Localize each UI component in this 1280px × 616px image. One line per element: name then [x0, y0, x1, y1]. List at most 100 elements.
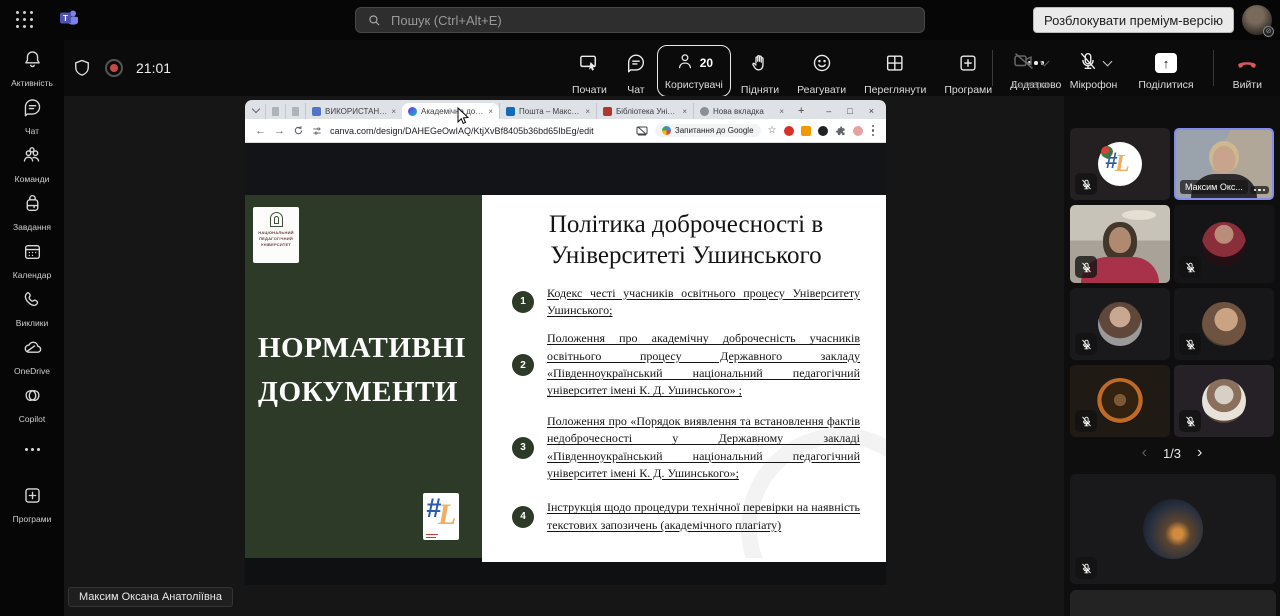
participant-tile-partial[interactable]	[1070, 590, 1276, 616]
participant-count-badge: 20	[700, 56, 713, 70]
university-logo: НАЦІОНАЛЬНИЙ ПЕДАГОГІЧНИЙ УНІВЕРСИТЕТ	[253, 207, 299, 263]
chat-button[interactable]: Чат	[617, 45, 655, 102]
mic-muted-badge	[1075, 333, 1097, 355]
grid-view-icon	[884, 51, 906, 80]
speaker-name-label: Максим Окс...	[1180, 180, 1248, 194]
shield-icon[interactable]	[72, 57, 92, 79]
microphone-button[interactable]: Мікрофон	[1062, 45, 1126, 97]
participant-avatar	[1202, 379, 1246, 423]
share-button[interactable]: ↑ Поділитися	[1130, 45, 1201, 97]
sidebar-item-copilot[interactable]: Copilot	[0, 376, 64, 424]
microphone-chevron-icon[interactable]	[1102, 57, 1112, 67]
browser-tab-active: Академічна добро ×	[402, 103, 499, 119]
arch-emblem-icon	[270, 212, 283, 227]
browser-tab-strip: ВИКОРИСТАННЯ У × Академічна добро × Пошт…	[245, 100, 886, 119]
teams-logo-icon[interactable]: T	[58, 7, 80, 34]
sidebar-item-teams[interactable]: Команди	[0, 136, 64, 184]
mic-off-icon	[1077, 49, 1099, 78]
unlock-premium-button[interactable]: Розблокувати преміум-версію	[1033, 7, 1234, 33]
tab-search-chevron-icon	[252, 105, 260, 113]
university-logo-text: НАЦІОНАЛЬНИЙ ПЕДАГОГІЧНИЙ УНІВЕРСИТЕТ	[253, 230, 299, 248]
mic-muted-badge	[1075, 557, 1097, 579]
leave-button[interactable]: Вийти	[1225, 45, 1270, 97]
participant-tile[interactable]	[1070, 205, 1170, 283]
participant-tile[interactable]: # L	[1070, 128, 1170, 200]
participant-tile[interactable]	[1174, 365, 1274, 437]
prev-page-icon[interactable]: ‹	[1142, 444, 1147, 462]
divider	[992, 50, 993, 86]
chat-icon	[22, 97, 43, 123]
participant-avatar	[1202, 222, 1246, 266]
avatar[interactable]: ⊘	[1242, 5, 1272, 35]
maximize-icon: □	[847, 106, 852, 116]
sidebar-more-icon[interactable]	[0, 432, 64, 466]
close-icon: ×	[391, 107, 396, 116]
search-placeholder: Пошук (Ctrl+Alt+E)	[391, 13, 502, 28]
search-input[interactable]: Пошук (Ctrl+Alt+E)	[355, 7, 925, 33]
sidebar-item-assignments[interactable]: Завдання	[0, 184, 64, 232]
bookmark-star-icon: ☆	[768, 125, 777, 136]
site-settings-icon	[312, 126, 322, 136]
sidebar-item-chat[interactable]: Чат	[0, 88, 64, 136]
hang-up-icon	[1234, 51, 1260, 75]
sidebar-item-onedrive[interactable]: OneDrive	[0, 328, 64, 376]
close-icon: ×	[682, 107, 687, 116]
hash-icon: #	[426, 493, 441, 524]
sidebar-item-apps[interactable]: Програми	[0, 476, 64, 524]
react-button[interactable]: Реагувати	[789, 45, 854, 102]
next-page-icon[interactable]: ›	[1197, 444, 1202, 462]
divider	[1213, 50, 1214, 86]
item-text: Положення про «Порядок виявлення та вста…	[547, 413, 860, 483]
slide-content-panel: Політика доброчесності в Університеті Уш…	[482, 195, 886, 558]
camera-button[interactable]: Камера	[1004, 45, 1057, 97]
browser-tab: ВИКОРИСТАННЯ У ×	[305, 103, 402, 119]
ask-google-chip: Запитання до Google	[655, 124, 761, 137]
sidebar-item-calendar[interactable]: Календар	[0, 232, 64, 280]
item-number-badge: 3	[512, 437, 534, 459]
close-icon: ×	[779, 107, 784, 116]
svg-text:T: T	[63, 14, 68, 23]
sidebar-item-activity[interactable]: Активність	[0, 40, 64, 88]
share-up-arrow-icon: ↑	[1155, 53, 1177, 73]
people-button[interactable]: 20 Користувачі	[657, 45, 731, 97]
participant-tile[interactable]	[1174, 288, 1274, 360]
active-speaker-tile[interactable]: Максим Окс...	[1174, 128, 1274, 200]
url-text: canva.com/design/DAHEGeOwIAQ/KtjXvBf8405…	[330, 126, 594, 136]
raised-hand-icon	[749, 51, 770, 80]
participant-tile[interactable]	[1174, 205, 1274, 283]
slide-list-item: 4 Інструкція щодо процедури технічної пе…	[512, 499, 860, 534]
participant-avatar	[1202, 302, 1246, 346]
minimize-icon: –	[826, 106, 831, 116]
raise-hand-button[interactable]: Підняти	[733, 45, 787, 102]
mic-muted-badge	[1179, 256, 1201, 278]
teams-window: T Пошук (Ctrl+Alt+E) Розблокувати преміу…	[0, 0, 1280, 616]
slide-left-panel: НАЦІОНАЛЬНИЙ ПЕДАГОГІЧНИЙ УНІВЕРСИТЕТ НО…	[245, 195, 482, 558]
camera-chevron-icon[interactable]	[1040, 57, 1050, 67]
scrollbar	[482, 558, 886, 562]
phone-icon	[22, 289, 43, 315]
participant-tile[interactable]	[1070, 365, 1170, 437]
canva-icon	[408, 107, 417, 116]
extension-dark-icon	[818, 126, 828, 136]
start-sharing-button[interactable]: Почати	[564, 45, 615, 102]
extensions-puzzle-icon	[835, 125, 846, 136]
browser-tab: Бібліотека Універс ×	[596, 103, 693, 119]
chrome-icon	[700, 107, 709, 116]
mic-muted-badge	[1075, 173, 1097, 195]
tab-capture-icon	[636, 126, 648, 136]
sidebar-item-calls[interactable]: Виклики	[0, 280, 64, 328]
self-view-tile[interactable]	[1070, 474, 1276, 584]
item-number-badge: 1	[512, 291, 534, 313]
app-launcher-icon[interactable]	[16, 11, 34, 29]
presentation-slide: НАЦІОНАЛЬНИЙ ПЕДАГОГІЧНИЙ УНІВЕРСИТЕТ НО…	[245, 195, 886, 558]
meeting-toolbar: 21:01 Почати Чат 20 Користувачі Підняти	[64, 40, 1280, 96]
back-icon: ←	[255, 125, 266, 137]
cloud-icon	[21, 337, 43, 363]
view-button[interactable]: Переглянути	[856, 45, 934, 102]
chat-icon	[625, 51, 647, 80]
tile-more-icon[interactable]	[1250, 186, 1270, 195]
slide-left-title: НОРМАТИВНІ ДОКУМЕНТИ	[258, 327, 470, 414]
meeting-timer: 21:01	[136, 60, 171, 76]
participant-tile[interactable]	[1070, 288, 1170, 360]
meeting-stage: ВИКОРИСТАННЯ У × Академічна добро × Пошт…	[64, 96, 1064, 616]
